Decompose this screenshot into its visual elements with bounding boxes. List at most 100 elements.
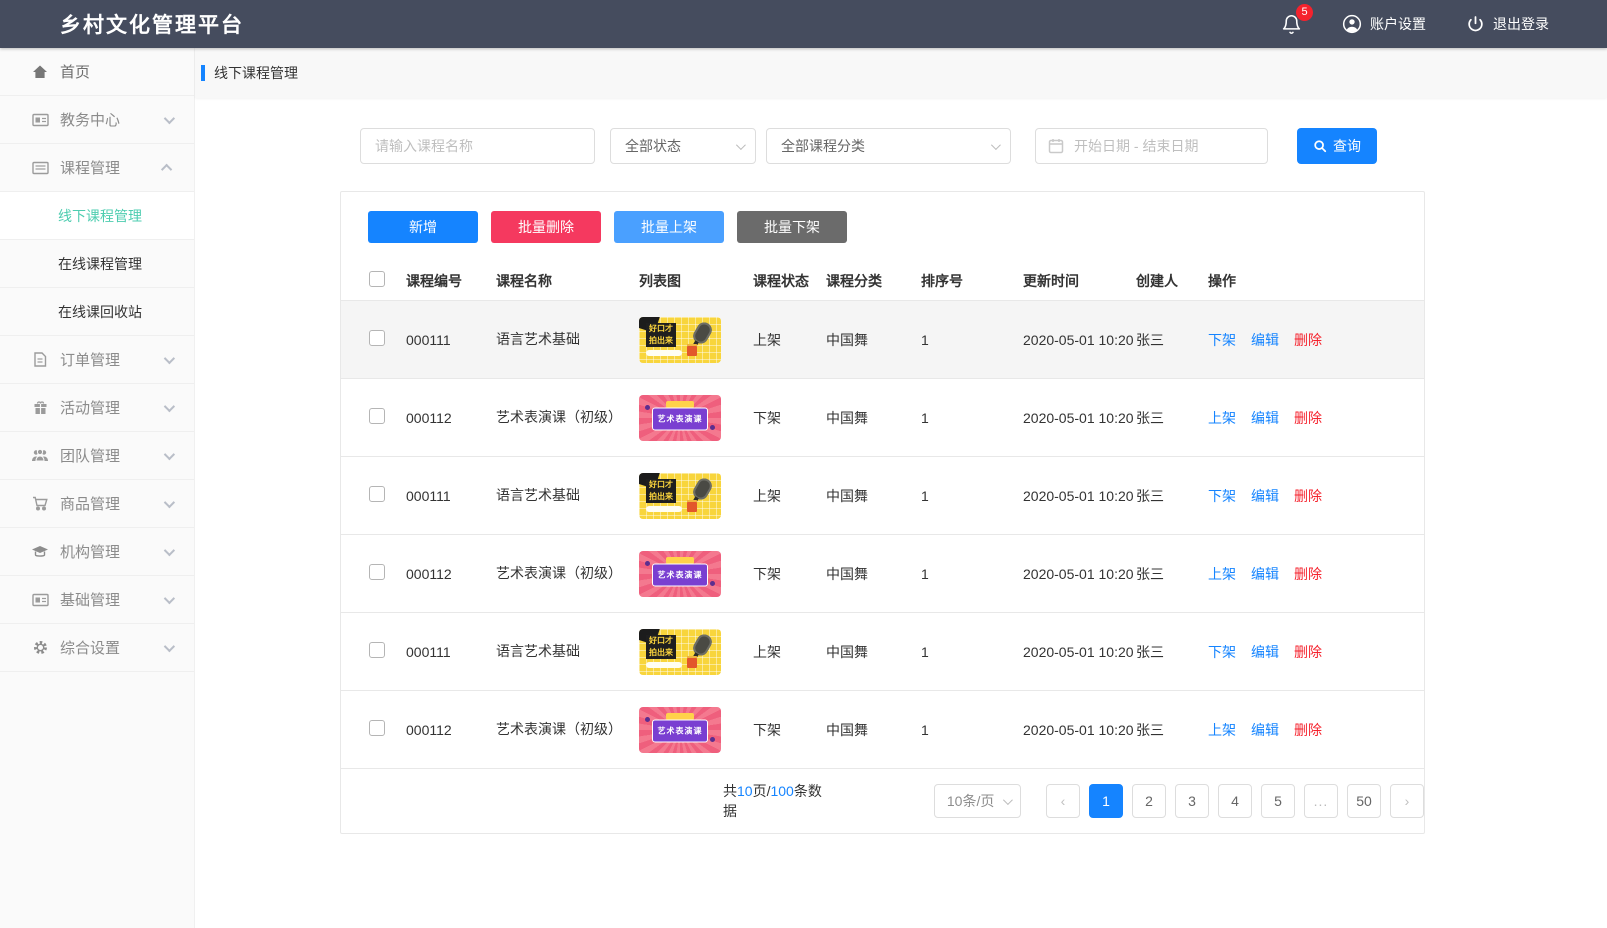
sidebar-item-label: 课程管理 [60,157,120,178]
sidebar-item-team-management[interactable]: 团队管理 [0,432,194,480]
category-select[interactable]: 全部课程分类 [766,128,1011,164]
status-select-value: 全部状态 [625,136,681,156]
breadcrumb-bar: 线下课程管理 [195,48,1607,98]
sidebar-subitem-online-course[interactable]: 在线课程管理 [0,240,194,288]
publish-link[interactable]: 上架 [1208,720,1236,740]
team-icon [30,448,50,464]
course-id-cell: 000112 [406,722,496,738]
page-button-1[interactable]: 1 [1089,784,1123,818]
status-select[interactable]: 全部状态 [610,128,756,164]
batch-unpublish-button[interactable]: 批量下架 [737,211,847,243]
row-checkbox[interactable] [369,408,385,424]
sidebar-item-home[interactable]: 首页 [0,48,194,96]
microphone-icon [691,475,715,502]
course-status-cell: 下架 [753,720,826,740]
table-row: 000111语言艺术基础好口才拍出来上架中国舞12020-05-01 10:20… [341,613,1424,691]
sort-number-cell: 1 [921,722,1016,738]
sidebar-item-goods-management[interactable]: 商品管理 [0,480,194,528]
thumbnail-decoration [666,401,694,408]
unpublish-link[interactable]: 下架 [1208,330,1236,350]
delete-link[interactable]: 删除 [1294,330,1322,350]
course-thumbnail: 好口才拍出来 [639,317,721,363]
row-checkbox[interactable] [369,642,385,658]
batch-delete-button[interactable]: 批量删除 [491,211,601,243]
sidebar-item-basic-management[interactable]: 基础管理 [0,576,194,624]
page-size-select[interactable]: 10条/页 [934,784,1021,818]
main-content: 线下课程管理 请输入课程名称 全部状态 全部课程分类 开始日期 - 结束日期 [195,48,1607,928]
delete-link[interactable]: 删除 [1294,720,1322,740]
chevron-down-icon [164,544,175,555]
notifications-button[interactable]: 5 [1281,13,1302,36]
row-actions: 下架编辑删除 [1208,486,1424,506]
doc-icon [30,352,50,368]
select-all-checkbox[interactable] [369,271,385,287]
add-button[interactable]: 新增 [368,211,478,243]
thumbnail-text: 艺术表演课 [652,720,708,743]
page-button-4[interactable]: 4 [1218,784,1252,818]
edit-link[interactable]: 编辑 [1251,642,1279,662]
page-button-3[interactable]: 3 [1175,784,1209,818]
delete-link[interactable]: 删除 [1294,408,1322,428]
thumbnail-decoration [687,656,697,668]
row-actions: 上架编辑删除 [1208,408,1424,428]
unpublish-link[interactable]: 下架 [1208,642,1236,662]
edit-link[interactable]: 编辑 [1251,720,1279,740]
thumbnail-text: 好口才 [646,323,676,335]
sidebar-item-general-settings[interactable]: 综合设置 [0,624,194,672]
delete-link[interactable]: 删除 [1294,486,1322,506]
edit-link[interactable]: 编辑 [1251,564,1279,584]
page-button-5[interactable]: 5 [1261,784,1295,818]
row-checkbox[interactable] [369,720,385,736]
thumbnail-decoration [645,561,650,566]
thumbnail-decoration [645,717,650,722]
chevron-down-icon [164,448,175,459]
publish-link[interactable]: 上架 [1208,408,1236,428]
sidebar-item-course-management[interactable]: 课程管理 [0,144,194,192]
sidebar-item-activity-management[interactable]: 活动管理 [0,384,194,432]
sidebar-item-organization-management[interactable]: 机构管理 [0,528,194,576]
account-settings-button[interactable]: 账户设置 [1342,14,1426,34]
sidebar-item-order-management[interactable]: 订单管理 [0,336,194,384]
school-icon [30,544,50,560]
column-header-6: 更新时间 [1016,271,1136,291]
row-checkbox[interactable] [369,486,385,502]
edit-link[interactable]: 编辑 [1251,408,1279,428]
thumbnail-decoration [710,425,715,430]
table-row: 000112艺术表演课（初级）艺术表演课下架中国舞12020-05-01 10:… [341,535,1424,613]
batch-publish-button[interactable]: 批量上架 [614,211,724,243]
table-row: 000111语言艺术基础好口才拍出来上架中国舞12020-05-01 10:20… [341,301,1424,379]
column-header-5: 排序号 [921,271,1016,291]
sidebar-item-label: 首页 [60,61,90,82]
unpublish-link[interactable]: 下架 [1208,486,1236,506]
next-page-button[interactable]: › [1390,784,1424,818]
course-status-cell: 上架 [753,642,826,662]
publish-link[interactable]: 上架 [1208,564,1236,584]
course-status-cell: 下架 [753,564,826,584]
table-row: 000111语言艺术基础好口才拍出来上架中国舞12020-05-01 10:20… [341,457,1424,535]
row-checkbox[interactable] [369,330,385,346]
sidebar-subitem-online-course-recycle[interactable]: 在线课回收站 [0,288,194,336]
ellipsis-button[interactable]: ... [1304,784,1338,818]
course-image-cell: 好口才拍出来 [639,629,753,675]
course-id-cell: 000111 [406,644,496,660]
page-button-2[interactable]: 2 [1132,784,1166,818]
course-thumbnail: 艺术表演课 [639,551,721,597]
edit-link[interactable]: 编辑 [1251,486,1279,506]
delete-link[interactable]: 删除 [1294,564,1322,584]
chevron-up-icon [161,163,172,174]
logout-button[interactable]: 退出登录 [1466,14,1549,34]
screen-icon [30,592,50,608]
search-button[interactable]: 查询 [1297,128,1377,164]
thumbnail-decoration [645,405,650,410]
date-range-input[interactable]: 开始日期 - 结束日期 [1035,128,1268,164]
page-button-50[interactable]: 50 [1347,784,1381,818]
course-name-input[interactable]: 请输入课程名称 [360,128,595,164]
sidebar-subitem-offline-course[interactable]: 线下课程管理 [0,192,194,240]
delete-link[interactable]: 删除 [1294,642,1322,662]
prev-page-button[interactable]: ‹ [1046,784,1080,818]
sidebar-item-academic-center[interactable]: 教务中心 [0,96,194,144]
course-category-cell: 中国舞 [826,720,921,740]
edit-link[interactable]: 编辑 [1251,330,1279,350]
thumbnail-text: 拍出来 [646,335,676,347]
row-checkbox[interactable] [369,564,385,580]
